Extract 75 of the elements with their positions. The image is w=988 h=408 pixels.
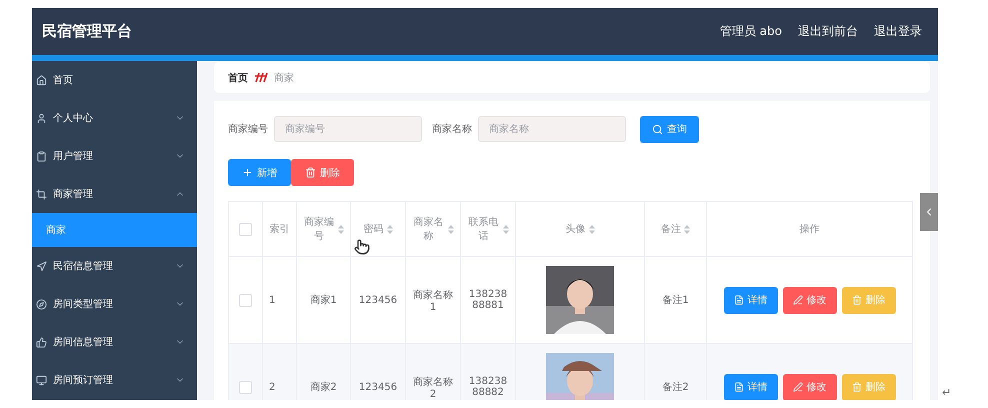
menu-icon — [36, 260, 47, 272]
pointer-icon — [354, 239, 370, 255]
menu-icon — [36, 188, 47, 200]
detail-button[interactable]: 详情 — [724, 286, 778, 314]
search-button[interactable]: 查询 — [640, 116, 699, 142]
document-icon — [734, 382, 744, 392]
sidebar-item[interactable]: 房间预订管理 — [32, 361, 197, 399]
header-link[interactable]: 退出到前台 — [798, 23, 858, 40]
breadcrumb-item: 商家 — [274, 72, 294, 84]
pencil-icon — [792, 295, 802, 305]
menu-icon — [36, 74, 47, 86]
edit-button[interactable]: 修改 — [782, 374, 836, 400]
trash-icon — [852, 382, 862, 392]
header-link[interactable]: 退出登录 — [874, 23, 922, 40]
sort-icon — [588, 224, 594, 234]
table-cell: 13823888881 — [460, 256, 516, 344]
field-label: 商家编号 — [228, 122, 268, 136]
sidebar-item[interactable]: 房间类型管理 — [32, 285, 197, 323]
header-link[interactable]: 管理员 abo — [720, 23, 782, 40]
delete-button[interactable]: 删除 — [842, 286, 896, 314]
sidebar-item[interactable]: 首页 — [32, 61, 197, 99]
paragraph-mark: ↵ — [942, 386, 952, 399]
sidebar-item[interactable]: 个人中心 — [32, 99, 197, 137]
delete-button[interactable]: 删除 — [842, 374, 896, 400]
column-header[interactable]: 头像 — [566, 222, 586, 236]
column-header[interactable]: 备注 — [661, 222, 681, 236]
add-button[interactable]: 新增 — [228, 159, 291, 186]
table-cell: 商家1 — [296, 256, 350, 344]
table-cell: 商家名称1 — [406, 256, 460, 344]
trash-icon — [305, 167, 316, 178]
table-cell: 备注2 — [644, 344, 706, 400]
pencil-icon — [792, 382, 802, 392]
table-cell: 123456 — [350, 256, 406, 344]
column-header: 操作 — [800, 223, 820, 236]
column-header[interactable]: 密码 — [364, 222, 384, 236]
table-cell: 备注1 — [644, 256, 706, 344]
table-cell: 13823888882 — [460, 344, 516, 400]
table-cell: 商家2 — [296, 344, 350, 400]
sidebar-subitem[interactable]: 商家 — [32, 213, 197, 247]
menu-icon — [36, 150, 47, 162]
breadcrumb-item[interactable]: 首页 — [228, 70, 248, 84]
sort-icon — [503, 224, 509, 234]
table-cell: 商家名称2 — [406, 344, 460, 400]
column-header: 索引 — [270, 222, 290, 236]
sort-icon — [448, 224, 454, 234]
app-title: 民宿管理平台 — [42, 22, 133, 41]
checkbox[interactable] — [239, 294, 252, 306]
field-label: 商家名称 — [432, 122, 472, 136]
sort-icon — [338, 224, 344, 234]
sidebar-item[interactable]: 房间信息管理 — [32, 323, 197, 361]
menu-icon — [36, 336, 47, 348]
sidebar-item[interactable]: 商家管理 — [32, 175, 197, 213]
sidebar-item[interactable]: 用户管理 — [32, 137, 197, 175]
document-icon — [734, 295, 744, 305]
menu-icon — [36, 112, 47, 124]
table-cell: 2 — [262, 344, 296, 400]
sort-icon — [386, 224, 392, 234]
checkbox[interactable] — [239, 222, 252, 236]
table-cell: 1 — [262, 256, 296, 344]
edit-button[interactable]: 修改 — [782, 286, 836, 314]
table-cell: 123456 — [350, 344, 406, 400]
menu-icon — [36, 298, 47, 310]
plus-icon — [242, 167, 253, 178]
collapse-tab[interactable] — [920, 193, 938, 231]
separator-icon — [254, 72, 268, 83]
search-icon — [652, 124, 663, 134]
search-field[interactable]: 商家编号 — [274, 116, 422, 142]
sidebar-item[interactable]: 民宿信息管理 — [32, 247, 197, 285]
menu-icon — [36, 374, 47, 386]
search-field[interactable]: 商家名称 — [478, 116, 626, 142]
delete-button[interactable]: 删除 — [291, 159, 354, 186]
detail-button[interactable]: 详情 — [724, 374, 778, 400]
checkbox[interactable] — [239, 380, 252, 394]
sort-icon — [684, 224, 690, 234]
trash-icon — [852, 295, 862, 305]
